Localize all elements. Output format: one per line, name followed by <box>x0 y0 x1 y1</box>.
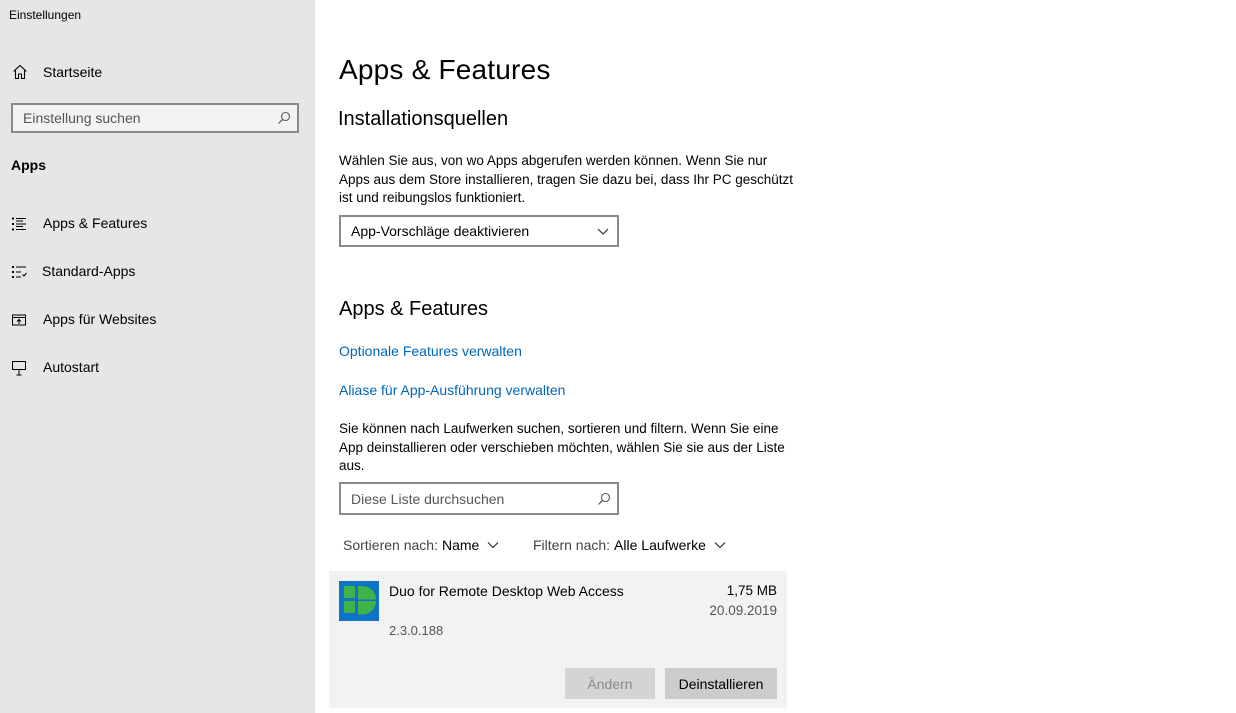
sidebar-item-apps-features[interactable]: Apps & Features <box>0 204 315 244</box>
app-alias-link[interactable]: Aliase für App-Ausführung verwalten <box>339 382 565 398</box>
change-button[interactable]: Ändern <box>565 668 655 699</box>
sidebar-item-home[interactable]: Startseite <box>0 56 315 88</box>
search-icon[interactable] <box>277 111 291 125</box>
home-icon <box>13 64 27 80</box>
app-list-item[interactable]: Duo for Remote Desktop Web Access 2.3.0.… <box>329 571 787 708</box>
apps-features-description: Sie können nach Laufwerken suchen, sorti… <box>339 421 785 473</box>
sidebar-item-default-apps[interactable]: Standard-Apps <box>0 252 315 292</box>
app-version: 2.3.0.188 <box>389 623 444 638</box>
uninstall-button[interactable]: Deinstallieren <box>665 668 777 699</box>
filter-label: Filtern nach: <box>533 537 611 553</box>
filter-dropdown[interactable]: Filtern nach: Alle Laufwerke <box>533 537 726 553</box>
sort-label: Sortieren nach: <box>343 537 438 553</box>
settings-search-input[interactable] <box>13 105 269 131</box>
install-source-dropdown[interactable]: App-Vorschläge deaktivieren <box>339 215 619 247</box>
sidebar-item-label: Apps für Websites <box>43 311 157 327</box>
window-title: Einstellungen <box>9 8 82 22</box>
app-size: 1,75 MB <box>726 583 777 598</box>
app-name: Duo for Remote Desktop Web Access <box>389 583 624 599</box>
apps-features-heading: Apps & Features <box>339 298 488 320</box>
app-install-date: 20.09.2019 <box>709 603 777 618</box>
app-list-search-box <box>339 482 619 515</box>
install-sources-heading: Installationsquellen <box>338 108 509 130</box>
duo-app-icon <box>339 581 379 621</box>
app-list-search-input[interactable] <box>341 484 589 513</box>
page-title: Apps & Features <box>339 54 551 85</box>
main-content: Apps & Features Installationsquellen Wäh… <box>315 0 1236 713</box>
sidebar-item-label: Autostart <box>43 359 100 375</box>
open-in-app-icon <box>12 314 26 326</box>
sidebar: Einstellungen Startseite Apps Apps & Fea… <box>0 0 315 713</box>
install-sources-description: Wählen Sie aus, von wo Apps abgerufen we… <box>339 153 793 205</box>
dropdown-value: App-Vorschläge deaktivieren <box>351 223 530 239</box>
search-icon[interactable] <box>597 492 611 506</box>
sidebar-item-label: Apps & Features <box>43 215 148 231</box>
sort-value: Name <box>441 537 480 553</box>
filter-value: Alle Laufwerke <box>614 537 706 553</box>
sidebar-item-autostart[interactable]: Autostart <box>0 348 315 388</box>
sidebar-item-label: Standard-Apps <box>42 263 136 279</box>
default-apps-icon <box>12 266 27 278</box>
chevron-down-icon <box>714 542 726 549</box>
sidebar-item-apps-for-websites[interactable]: Apps für Websites <box>0 300 315 340</box>
sidebar-item-label: Startseite <box>43 64 103 80</box>
optional-features-link[interactable]: Optionale Features verwalten <box>339 343 522 359</box>
sidebar-section-header: Apps <box>11 157 46 173</box>
settings-search-box <box>11 103 299 133</box>
sort-dropdown[interactable]: Sortieren nach: Name <box>343 537 499 553</box>
chevron-down-icon <box>487 542 499 549</box>
chevron-down-icon <box>597 228 609 235</box>
list-icon <box>12 217 26 231</box>
startup-icon <box>12 361 26 376</box>
